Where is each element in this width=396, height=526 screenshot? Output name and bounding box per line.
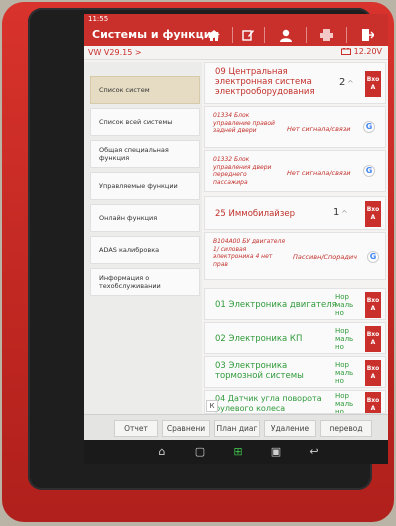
- dtc-count: 1: [333, 207, 340, 218]
- print-icon[interactable]: [316, 26, 336, 44]
- chevron-up-icon[interactable]: ^: [347, 79, 354, 88]
- system-status: Нор маль но: [335, 327, 354, 351]
- vehicle-version[interactable]: VW V29.15 >: [88, 48, 142, 57]
- list-item[interactable]: 02 Электроника КП Нор маль но Вхо А: [204, 322, 386, 354]
- module-status: Нет сигнала/связи: [287, 125, 351, 133]
- screen: 11:55 Системы и функции VW V29.15 > 12.2…: [84, 14, 388, 464]
- google-search-icon[interactable]: G: [363, 165, 375, 177]
- device-body: 11:55 Системы и функции VW V29.15 > 12.2…: [2, 2, 394, 522]
- google-search-icon[interactable]: G: [363, 121, 375, 133]
- collapse-button[interactable]: К: [206, 400, 218, 412]
- diagnostic-plan-button[interactable]: План диаг: [214, 420, 260, 437]
- enter-button[interactable]: Вхо А: [365, 292, 381, 318]
- list-item[interactable]: 04 Датчик угла поворота рулевого колеса …: [204, 390, 386, 414]
- home-icon[interactable]: [204, 26, 224, 44]
- report-button[interactable]: Отчет: [114, 420, 158, 437]
- battery-icon: [341, 48, 352, 55]
- module-name: 01334 Блок управление правой задней двер…: [213, 112, 275, 134]
- list-item[interactable]: B104A00 БУ двигателя 1/ силовая электрон…: [204, 232, 386, 280]
- sidebar-item-system-list[interactable]: Список систем: [90, 76, 200, 104]
- list-item[interactable]: 09 Центральная электронная система элект…: [204, 62, 386, 104]
- home-nav-icon[interactable]: ⌂: [154, 444, 170, 460]
- android-nav-bar: ⌂ ▢ ⊞ ▣ ↩: [84, 440, 388, 464]
- sidebar-item-label: Онлайн функция: [99, 214, 158, 222]
- system-name: 04 Датчик угла поворота рулевого колеса: [215, 394, 322, 413]
- sidebar-item-managed-functions[interactable]: Управляемые функции: [90, 172, 200, 200]
- recents-nav-icon[interactable]: ▢: [192, 444, 208, 460]
- enter-button[interactable]: Вхо А: [365, 392, 381, 413]
- sidebar-item-service-info[interactable]: Информация о техобслуживании: [90, 268, 200, 296]
- module-status: Пассивн/Спорадич: [293, 253, 357, 261]
- status-bar: 11:55: [84, 14, 388, 24]
- list-item[interactable]: 01334 Блок управление правой задней двер…: [204, 106, 386, 148]
- sidebar-item-all-systems[interactable]: Список всей системы: [90, 108, 200, 136]
- title-bar: Системы и функции: [84, 24, 388, 46]
- list-item[interactable]: 03 Электроника тормозной системы Нор мал…: [204, 356, 386, 388]
- sidebar-item-label: Список всей системы: [99, 118, 173, 126]
- system-name: 09 Центральная электронная система элект…: [215, 67, 315, 97]
- sidebar-item-label: Общая специальная функция: [99, 146, 169, 162]
- sidebar-item-label: Управляемые функции: [99, 182, 178, 190]
- system-name: 03 Электроника тормозной системы: [215, 361, 304, 381]
- screen-bezel: 11:55 Системы и функции VW V29.15 > 12.2…: [28, 8, 388, 490]
- sidebar-item-label: Список систем: [99, 86, 150, 94]
- sidebar: Список систем Список всей системы Общая …: [84, 62, 202, 414]
- google-search-icon[interactable]: G: [367, 251, 379, 263]
- user-icon[interactable]: [276, 26, 296, 44]
- system-status: Нор маль но: [335, 392, 354, 414]
- page-title: Системы и функции: [92, 28, 220, 41]
- list-item[interactable]: 01332 Блок управления двери переднего па…: [204, 150, 386, 192]
- enter-button[interactable]: Вхо А: [365, 201, 381, 227]
- sub-header: VW V29.15 > 12.20V: [84, 46, 388, 60]
- sidebar-item-label: Информация о техобслуживании: [99, 274, 161, 290]
- system-name: 01 Электроника двигателя: [215, 300, 337, 310]
- status-time: 11:55: [88, 15, 109, 23]
- system-status: Нор маль но: [335, 293, 354, 317]
- module-name: B104A00 БУ двигателя 1/ силовая электрон…: [213, 238, 285, 268]
- sidebar-item-label: ADAS калибровка: [99, 246, 160, 254]
- module-name: 01332 Блок управления двери переднего па…: [213, 156, 272, 186]
- list-item[interactable]: 01 Электроника двигателя Нор маль но Вхо…: [204, 288, 386, 320]
- exit-icon[interactable]: [358, 26, 378, 44]
- edit-icon[interactable]: [238, 26, 258, 44]
- sidebar-item-adas[interactable]: ADAS калибровка: [90, 236, 200, 264]
- list-item[interactable]: 25 Иммобилайзер 1 ^ Вхо А: [204, 196, 386, 230]
- translate-button[interactable]: перевод: [320, 420, 372, 437]
- back-nav-icon[interactable]: ↩: [306, 444, 322, 460]
- sidebar-item-online-function[interactable]: Онлайн функция: [90, 204, 200, 232]
- bottom-toolbar: Отчет Сравнени План диаг Удаление перево…: [84, 414, 388, 440]
- chevron-up-icon[interactable]: ^: [341, 209, 348, 218]
- module-status: Нет сигнала/связи: [287, 169, 351, 177]
- enter-button[interactable]: Вхо А: [365, 71, 381, 97]
- dtc-count: 2: [339, 77, 346, 88]
- vci-connection-icon[interactable]: ⊞: [230, 444, 246, 460]
- system-name: 02 Электроника КП: [215, 334, 303, 344]
- sidebar-item-special-functions[interactable]: Общая специальная функция: [90, 140, 200, 168]
- enter-button[interactable]: Вхо А: [365, 326, 381, 352]
- voltage-value: 12.20V: [353, 47, 382, 56]
- system-list: 09 Центральная электронная система элект…: [202, 62, 388, 414]
- system-status: Нор маль но: [335, 361, 354, 385]
- delete-button[interactable]: Удаление: [264, 420, 316, 437]
- compare-button[interactable]: Сравнени: [162, 420, 210, 437]
- enter-button[interactable]: Вхо А: [365, 360, 381, 386]
- screenshot-nav-icon[interactable]: ▣: [268, 444, 284, 460]
- system-name: 25 Иммобилайзер: [215, 209, 295, 219]
- voltage-indicator: 12.20V: [341, 47, 382, 56]
